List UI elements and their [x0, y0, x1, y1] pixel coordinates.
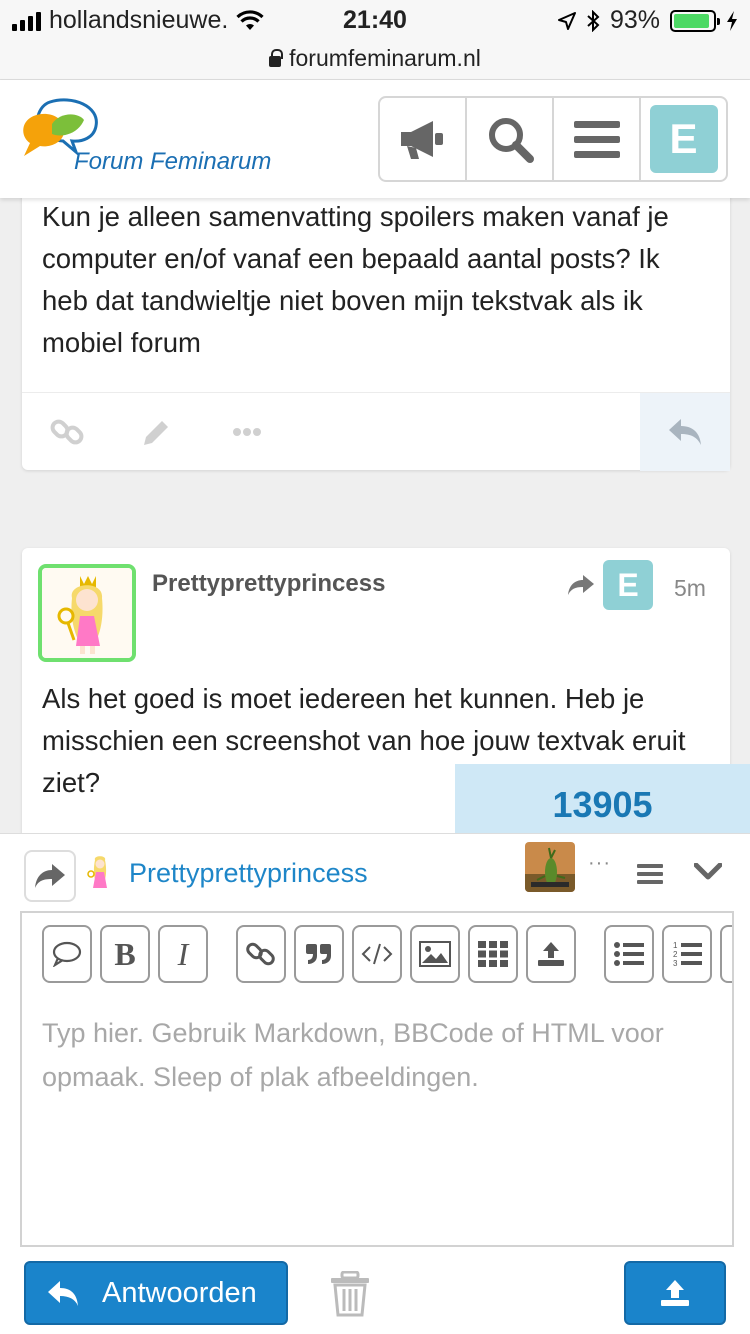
post-counter[interactable]: 13905 [455, 764, 750, 834]
upload-icon [538, 942, 564, 966]
editor-area: B I 1 2 3 Typ hier. Gebruik Markdown, BB… [20, 911, 734, 1247]
bold-icon: B [114, 935, 136, 972]
site-name: Forum Feminarum [74, 148, 272, 175]
post-body: Kun je alleen samenvatting spoilers make… [42, 201, 669, 358]
more-icon[interactable] [232, 427, 262, 437]
url-bar[interactable]: forumfeminarum.nl [0, 40, 750, 80]
numbered-list-icon: 1 2 3 [673, 941, 702, 968]
reply-to-indicator[interactable]: E [567, 560, 653, 610]
announcements-button[interactable] [380, 98, 467, 180]
code-button[interactable] [352, 925, 402, 983]
blockquote-icon [306, 944, 331, 964]
upload-button[interactable] [526, 925, 576, 983]
status-bar: hollandsnieuwe. 21:40 93% [0, 0, 750, 40]
menu-button[interactable] [554, 98, 641, 180]
submit-reply-button[interactable]: Antwoorden [24, 1261, 288, 1325]
emoji-button[interactable] [720, 925, 734, 983]
quote-button[interactable] [42, 925, 92, 983]
italic-icon: I [177, 935, 189, 972]
svg-text:2: 2 [673, 950, 678, 959]
post-username[interactable]: Prettyprettyprincess [152, 570, 385, 598]
post-card: Kun je alleen samenvatting spoilers make… [22, 170, 730, 471]
site-logo[interactable]: Forum Feminarum [20, 98, 300, 178]
reply-arrow-icon [568, 575, 594, 595]
image-icon [419, 941, 451, 967]
link-button[interactable] [236, 925, 286, 983]
reply-target-name[interactable]: Prettyprettyprincess [129, 858, 368, 889]
reply-icon [669, 419, 701, 445]
search-button[interactable] [467, 98, 554, 180]
location-icon [557, 11, 576, 30]
lock-icon [269, 49, 284, 67]
quote-icon [52, 941, 82, 967]
post-actions [22, 392, 730, 471]
url-text: forumfeminarum.nl [289, 45, 481, 71]
princess-avatar-icon [42, 568, 132, 658]
composer-header: Prettyprettyprincess ··· [0, 834, 750, 910]
composer-toggle-icon[interactable] [637, 863, 665, 885]
svg-text:3: 3 [673, 959, 678, 968]
bold-button[interactable]: B [100, 925, 150, 983]
upload-icon [661, 1280, 689, 1306]
reply-to-avatar: E [603, 560, 653, 610]
header-actions: E [378, 96, 728, 182]
reply-action-button[interactable] [24, 850, 76, 902]
post-time[interactable]: 5m [674, 575, 706, 602]
bullet-list-icon [614, 942, 644, 966]
reply-textarea[interactable] [42, 1011, 712, 1231]
reply-button[interactable] [640, 393, 730, 471]
plant-photo-icon [525, 842, 575, 892]
emoji-icon [731, 940, 734, 968]
charging-icon [727, 10, 737, 31]
reply-composer: Prettyprettyprincess ··· B I 1 2 3 Typ h… [0, 833, 750, 1334]
user-menu-button[interactable]: E [641, 98, 726, 180]
megaphone-icon [400, 121, 443, 159]
image-button[interactable] [410, 925, 460, 983]
pencil-icon[interactable] [140, 417, 172, 449]
hamburger-icon [573, 121, 620, 158]
battery-icon [670, 9, 720, 32]
reply-arrow-icon [35, 864, 65, 888]
italic-button[interactable]: I [158, 925, 208, 983]
trash-icon[interactable] [330, 1271, 370, 1317]
link-icon [246, 942, 275, 966]
svg-text:1: 1 [673, 941, 678, 950]
code-icon [361, 943, 393, 965]
chevron-down-icon[interactable] [694, 863, 722, 881]
princess-mini-avatar-icon [87, 856, 107, 888]
composer-more-icon[interactable]: ··· [588, 852, 611, 875]
table-button[interactable] [468, 925, 518, 983]
user-avatar: E [649, 105, 718, 173]
submit-reply-label: Antwoorden [102, 1276, 257, 1309]
reply-icon [48, 1281, 78, 1306]
battery-percent: 93% [609, 6, 660, 34]
user-avatar[interactable] [38, 564, 136, 662]
search-icon [488, 118, 534, 163]
table-icon [478, 941, 508, 967]
link-icon[interactable] [50, 415, 84, 449]
upload-submit-button[interactable] [624, 1261, 726, 1325]
site-header: Forum Feminarum E [0, 80, 750, 198]
user-thumbnail[interactable] [525, 842, 575, 892]
blockquote-button[interactable] [294, 925, 344, 983]
bluetooth-icon [587, 9, 600, 32]
numbered-list-button[interactable]: 1 2 3 [662, 925, 712, 983]
bullet-list-button[interactable] [604, 925, 654, 983]
